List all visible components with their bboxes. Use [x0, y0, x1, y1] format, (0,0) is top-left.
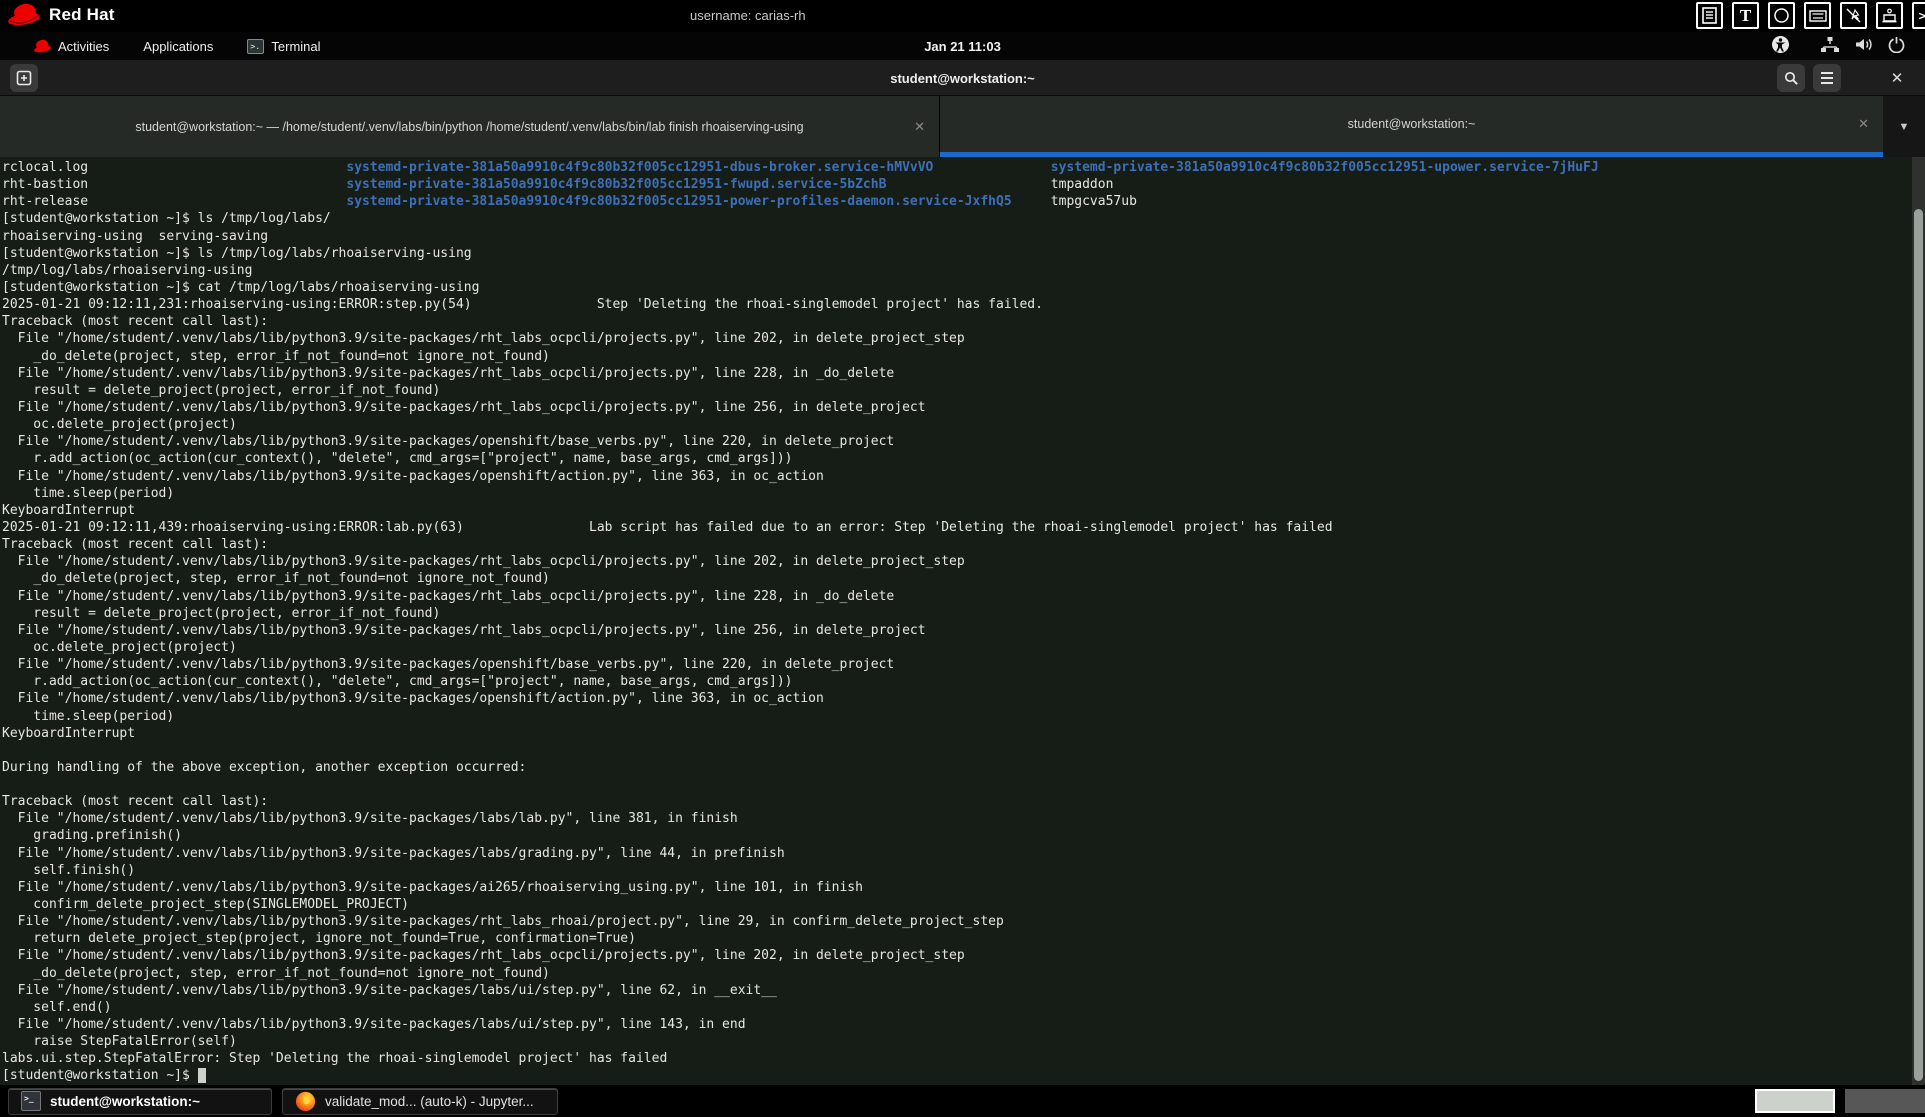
terminal-output[interactable]: rclocal.log systemd-private-381a50a9910c…	[2, 159, 1907, 1085]
accessibility-icon[interactable]	[1771, 35, 1790, 57]
workspace-switcher	[1755, 1089, 1925, 1113]
terminal-icon: >_	[21, 1091, 41, 1111]
text-icon[interactable]: T	[1732, 2, 1759, 29]
applications-menu[interactable]: Applications	[139, 32, 217, 60]
taskbar-jupyter-window[interactable]: validate_mod... (auto-k) - Jupyter...	[282, 1088, 558, 1115]
firefox-icon	[295, 1091, 316, 1112]
redhat-logo: Red Hat	[8, 2, 115, 28]
pointer-disabled-icon[interactable]	[1840, 2, 1867, 29]
tab-home-active[interactable]: student@workstation:~ ✕	[940, 96, 1883, 157]
network-icon[interactable]	[1820, 36, 1840, 56]
workspace-2[interactable]	[1845, 1089, 1925, 1113]
chevron-down-icon: ▼	[1899, 121, 1910, 133]
terminal-tabbar: student@workstation:~ — /home/student/.v…	[0, 96, 1925, 157]
terminal-scrollbar-thumb[interactable]	[1914, 209, 1923, 1081]
circle-icon[interactable]	[1768, 2, 1795, 29]
hamburger-icon	[1821, 72, 1833, 84]
window-list-taskbar: >_ student@workstation:~ validate_mod...…	[0, 1085, 1925, 1117]
volume-icon[interactable]	[1854, 36, 1874, 56]
search-button[interactable]	[1777, 64, 1805, 92]
gnome-top-bar: Activities Applications >. Terminal Jan …	[0, 32, 1925, 60]
power-icon[interactable]	[1888, 36, 1905, 56]
keyboard-icon[interactable]	[1804, 2, 1831, 29]
document-icon[interactable]	[1696, 2, 1723, 29]
classroom-header-bar: Red Hat username: carias-rh T >ã	[0, 0, 1925, 32]
terminal-scrollbar[interactable]	[1912, 157, 1925, 1085]
terminal-app-indicator[interactable]: >. Terminal	[243, 32, 324, 60]
tab1-close-icon[interactable]: ✕	[914, 119, 925, 135]
window-menu-button[interactable]	[1813, 64, 1841, 92]
taskbar-terminal-window[interactable]: >_ student@workstation:~	[8, 1088, 272, 1115]
activities-button[interactable]: Activities	[30, 32, 113, 60]
header-tray: T >ã	[1696, 2, 1925, 29]
redhat-logo-text: Red Hat	[49, 5, 115, 25]
input-method-icon[interactable]: >ã	[1912, 2, 1925, 29]
terminal-window-titlebar: student@workstation:~ ✕	[0, 60, 1925, 96]
clock[interactable]: Jan 21 11:03	[924, 32, 1001, 60]
activities-hat-icon	[34, 40, 51, 53]
tab-list-dropdown[interactable]: ▼	[1883, 96, 1925, 157]
redhat-hat-icon	[8, 2, 42, 28]
window-title: student@workstation:~	[0, 60, 1925, 96]
window-close-button[interactable]: ✕	[1883, 64, 1911, 92]
search-icon	[1784, 71, 1799, 86]
terminal-app-icon: >.	[247, 39, 264, 54]
username-label: username: carias-rh	[690, 8, 806, 23]
tab2-close-icon[interactable]: ✕	[1858, 116, 1869, 132]
terminal-viewport[interactable]: rclocal.log systemd-private-381a50a9910c…	[0, 157, 1925, 1085]
workspace-1-active[interactable]	[1755, 1089, 1835, 1113]
laptop-icon[interactable]	[1876, 2, 1903, 29]
tab-running-lab-finish[interactable]: student@workstation:~ — /home/student/.v…	[0, 96, 940, 157]
